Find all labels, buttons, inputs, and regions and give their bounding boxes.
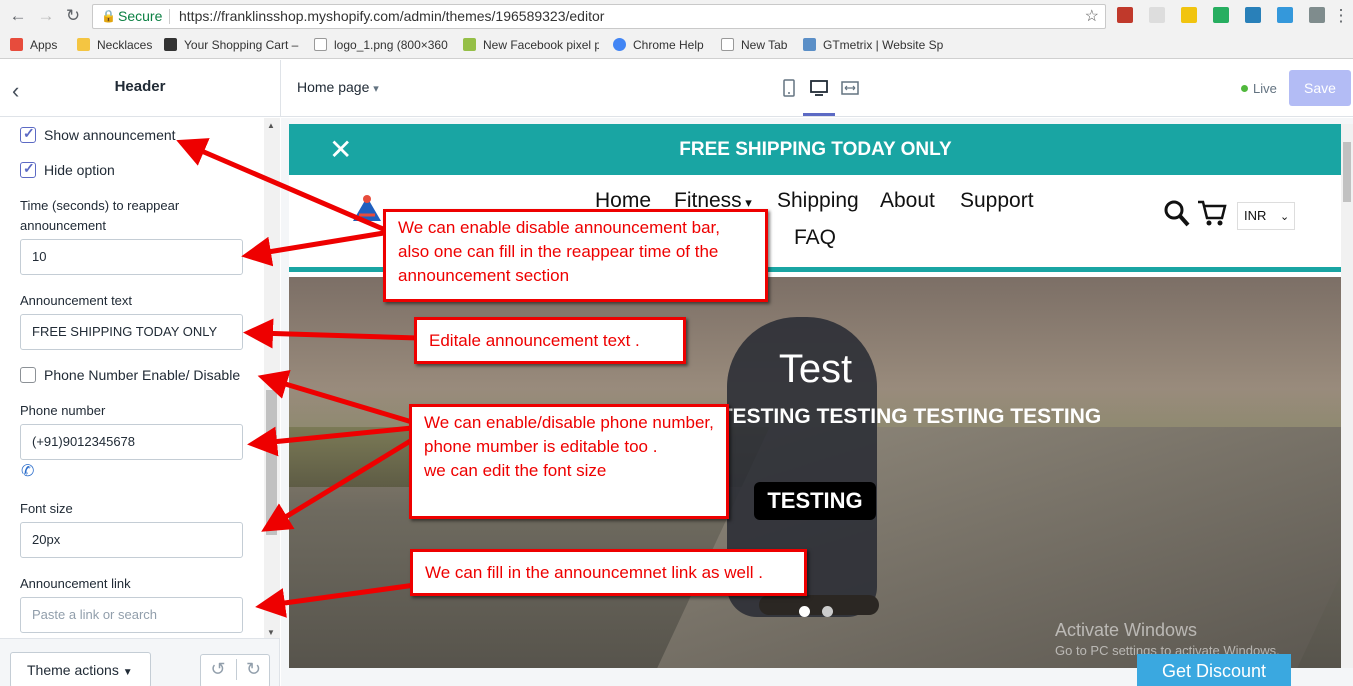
back-arrow-icon[interactable]: ← [8, 6, 28, 26]
forward-arrow-icon[interactable]: → [36, 6, 56, 26]
theme-actions-button[interactable]: Theme actions ▼ [10, 652, 151, 686]
nav-support[interactable]: Support [960, 189, 1034, 213]
announcement-text: FREE SHIPPING TODAY ONLY [679, 139, 952, 160]
redo-icon[interactable]: ↻ [236, 659, 270, 680]
phone-toggle-checkbox[interactable]: Phone Number Enable/ Disable [20, 367, 240, 383]
bookmark-item[interactable]: logo_1.png (800×360 [314, 38, 450, 52]
bookmark-star-icon[interactable]: ☆ [1085, 5, 1099, 28]
bookmark-item[interactable]: GTmetrix | Website Sp [803, 38, 943, 52]
show-announcement-checkbox[interactable]: Show announcement [20, 125, 176, 143]
announcement-bar: ✕ FREE SHIPPING TODAY ONLY [289, 124, 1342, 175]
page-icon [314, 38, 327, 51]
fullscreen-icon[interactable] [840, 78, 860, 98]
folder-icon [77, 38, 90, 51]
undo-icon[interactable]: ↺ [201, 659, 235, 680]
extension-icon[interactable] [1149, 7, 1165, 23]
hide-option-checkbox[interactable]: Hide option [20, 160, 115, 178]
nav-shipping[interactable]: Shipping [777, 189, 859, 213]
reload-icon[interactable]: ↻ [63, 6, 83, 26]
panel-title: Header [114, 78, 166, 95]
callout-announcement-text: Editale announcement text . [414, 317, 686, 364]
nav-faq[interactable]: FAQ [794, 226, 836, 250]
checkbox-unchecked-icon[interactable] [20, 367, 36, 383]
chevron-down-icon: ⌄ [1280, 211, 1290, 223]
slide-dot-active[interactable] [799, 606, 810, 617]
reappear-time-label: Time (seconds) to reappear announcement [20, 198, 180, 233]
page-icon [164, 38, 177, 51]
font-size-input[interactable]: 20px [20, 522, 243, 558]
extension-icon[interactable] [1309, 7, 1325, 23]
callout-announcement-bar: We can enable disable announcement bar, … [383, 209, 768, 302]
reappear-time-input[interactable]: 10 [20, 239, 243, 275]
bookmark-item[interactable]: Chrome Help [613, 38, 704, 52]
callout-link: We can fill in the announcemnet link as … [410, 549, 807, 596]
chevron-down-icon: ▾ [373, 83, 379, 95]
windows-watermark: Activate Windows Go to PC settings to ac… [1055, 620, 1280, 658]
checkbox-checked-icon[interactable] [20, 160, 36, 178]
secure-label: Secure [118, 8, 163, 24]
panel-footer: Theme actions ▼ ↺ ↻ [0, 638, 280, 686]
extension-icon[interactable] [1181, 7, 1197, 23]
save-button[interactable]: Save [1289, 70, 1351, 106]
shopify-icon [463, 38, 476, 51]
phone-number-input[interactable]: (+91)9012345678 [20, 424, 243, 460]
bookmark-item[interactable]: Your Shopping Cart – [164, 38, 299, 52]
undo-redo-group: ↺ ↻ [200, 654, 270, 686]
panel-scrollbar[interactable] [264, 118, 280, 638]
url-text: https://franklinsshop.myshopify.com/admi… [179, 8, 605, 24]
font-size-label: Font size [20, 501, 73, 516]
nav-about[interactable]: About [880, 189, 935, 213]
extension-icon[interactable] [1213, 7, 1229, 23]
page-icon [721, 38, 734, 51]
live-dot-icon [1241, 85, 1248, 92]
browser-toolbar: ← → ↻ 🔒 Secure https://franklinsshop.mys… [0, 0, 1353, 33]
callout-phone: We can enable/disable phone number, phon… [409, 404, 729, 519]
desktop-view-icon[interactable] [809, 78, 829, 98]
phone-icon: ✆ [21, 463, 35, 480]
panel-scrollbar-thumb[interactable] [266, 390, 277, 535]
editor-top-bar: ‹ Header Home page ▾ Live Save [0, 60, 1353, 117]
get-discount-button[interactable]: Get Discount [1137, 654, 1291, 686]
bookmarks-bar: Apps Necklaces Your Shopping Cart – logo… [0, 33, 1353, 59]
slide-dot[interactable] [822, 606, 834, 617]
bookmark-item[interactable]: New Facebook pixel p [463, 38, 599, 52]
scroll-up-icon[interactable]: ▲ [267, 121, 275, 130]
currency-select[interactable]: INR ⌄ [1237, 202, 1295, 230]
cart-icon[interactable] [1197, 199, 1227, 227]
page-select[interactable]: Home page ▾ [297, 79, 379, 95]
scroll-down-icon[interactable]: ▼ [267, 628, 275, 637]
search-icon[interactable] [1164, 199, 1190, 227]
phone-number-label: Phone number [20, 403, 106, 418]
chevron-down-icon: ▾ [741, 195, 752, 210]
store-logo[interactable] [347, 189, 387, 229]
extension-icon[interactable] [1245, 7, 1261, 23]
address-bar[interactable]: 🔒 Secure https://franklinsshop.myshopify… [92, 4, 1106, 29]
bookmark-item[interactable]: New Tab [721, 38, 787, 52]
preview-scrollbar[interactable] [1341, 124, 1353, 668]
slide-dots [799, 604, 841, 622]
announcement-link-label: Announcement link [20, 576, 131, 591]
lock-icon: 🔒 [101, 9, 116, 23]
google-icon [613, 38, 626, 51]
menu-dots-icon[interactable]: ⋮ [1331, 6, 1351, 26]
announcement-text-label: Announcement text [20, 293, 133, 308]
gtmetrix-icon [803, 38, 816, 51]
hero-button[interactable]: TESTING [754, 482, 876, 520]
close-icon[interactable]: ✕ [329, 124, 352, 175]
checkbox-checked-icon[interactable] [20, 125, 36, 143]
apps-grid-icon [10, 38, 23, 51]
extension-icon[interactable] [1117, 7, 1133, 23]
bookmark-apps[interactable]: Apps [10, 38, 57, 52]
caret-down-icon: ▼ [122, 667, 133, 678]
mobile-view-icon[interactable] [779, 78, 799, 98]
live-status: Live [1241, 81, 1277, 96]
announcement-link-input[interactable]: Paste a link or search [20, 597, 243, 633]
announcement-text-input[interactable]: FREE SHIPPING TODAY ONLY [20, 314, 243, 350]
bookmark-item[interactable]: Necklaces [77, 38, 152, 52]
extension-icon[interactable] [1277, 7, 1293, 23]
